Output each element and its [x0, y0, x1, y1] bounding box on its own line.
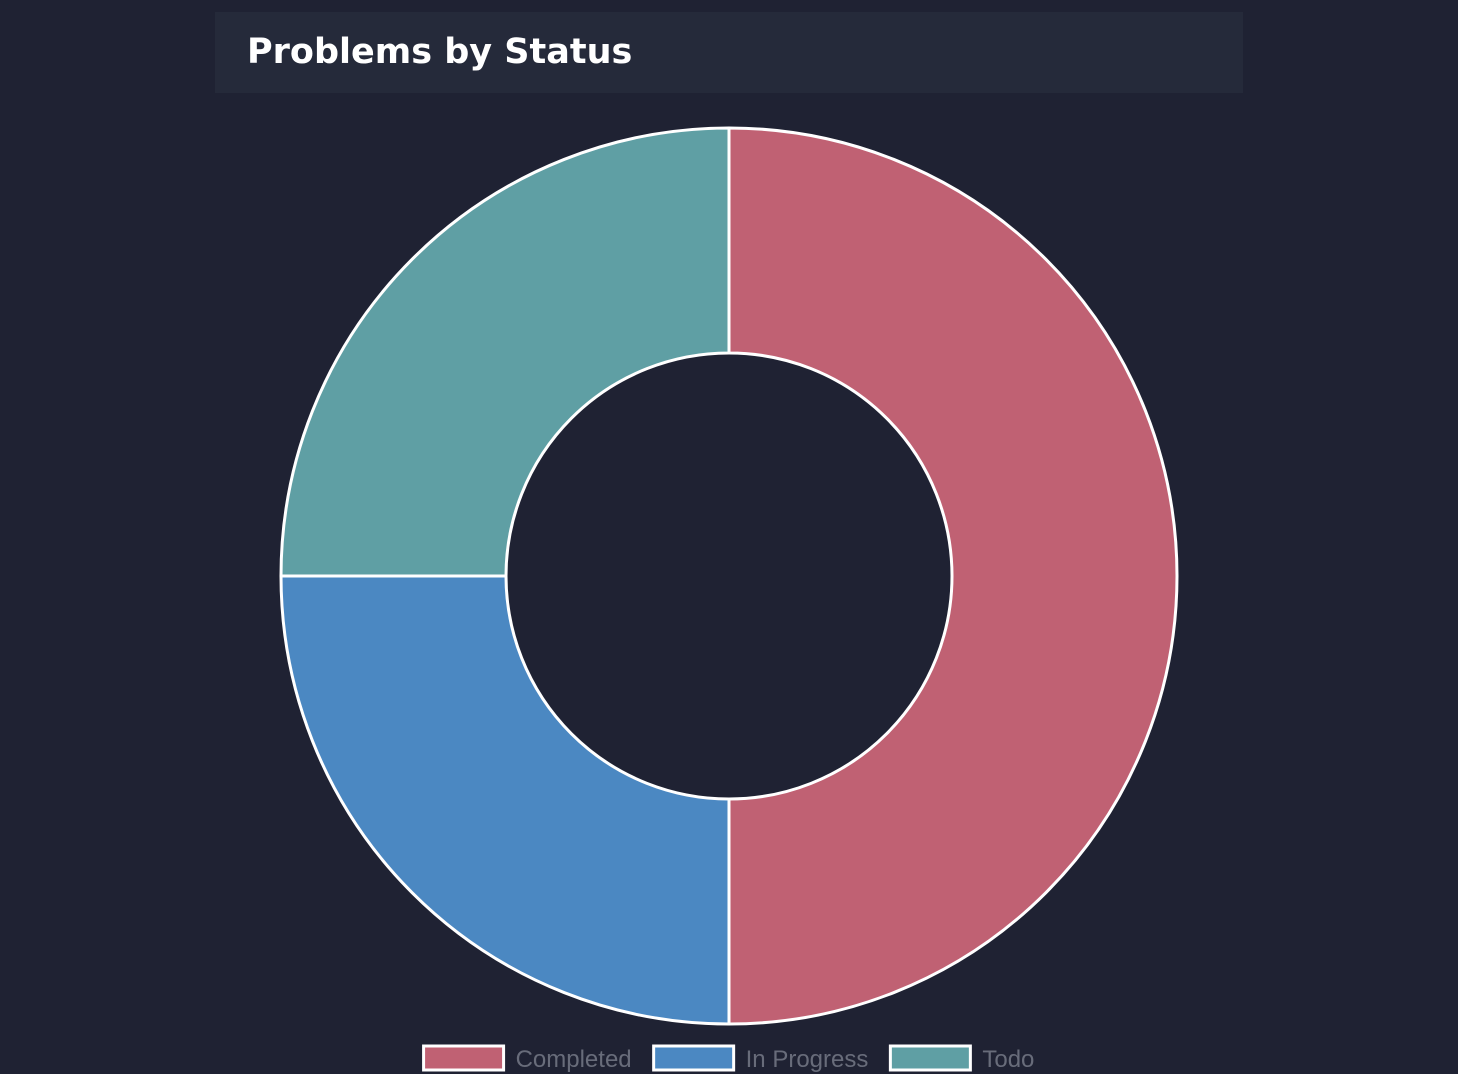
legend-item-todo[interactable]: Todo — [888, 1044, 1034, 1073]
legend-label-in-progress: In Progress — [746, 1046, 869, 1073]
legend-label-completed: Completed — [516, 1046, 632, 1073]
chart-slices — [279, 126, 1179, 1026]
chart-legend: Completed In Progress Todo — [422, 1044, 1034, 1073]
legend-swatch-completed — [422, 1044, 506, 1072]
legend-label-todo: Todo — [982, 1046, 1034, 1073]
legend-item-completed[interactable]: Completed — [422, 1044, 632, 1073]
slice-todo[interactable] — [279, 126, 731, 578]
legend-swatch-in-progress — [652, 1044, 736, 1072]
slice-in-progress[interactable] — [279, 574, 731, 1026]
legend-item-in-progress[interactable]: In Progress — [652, 1044, 869, 1073]
doughnut-chart: Completed In Progress Todo — [279, 126, 1179, 1073]
legend-swatch-todo — [888, 1044, 972, 1072]
slice-completed[interactable] — [727, 126, 1179, 1026]
